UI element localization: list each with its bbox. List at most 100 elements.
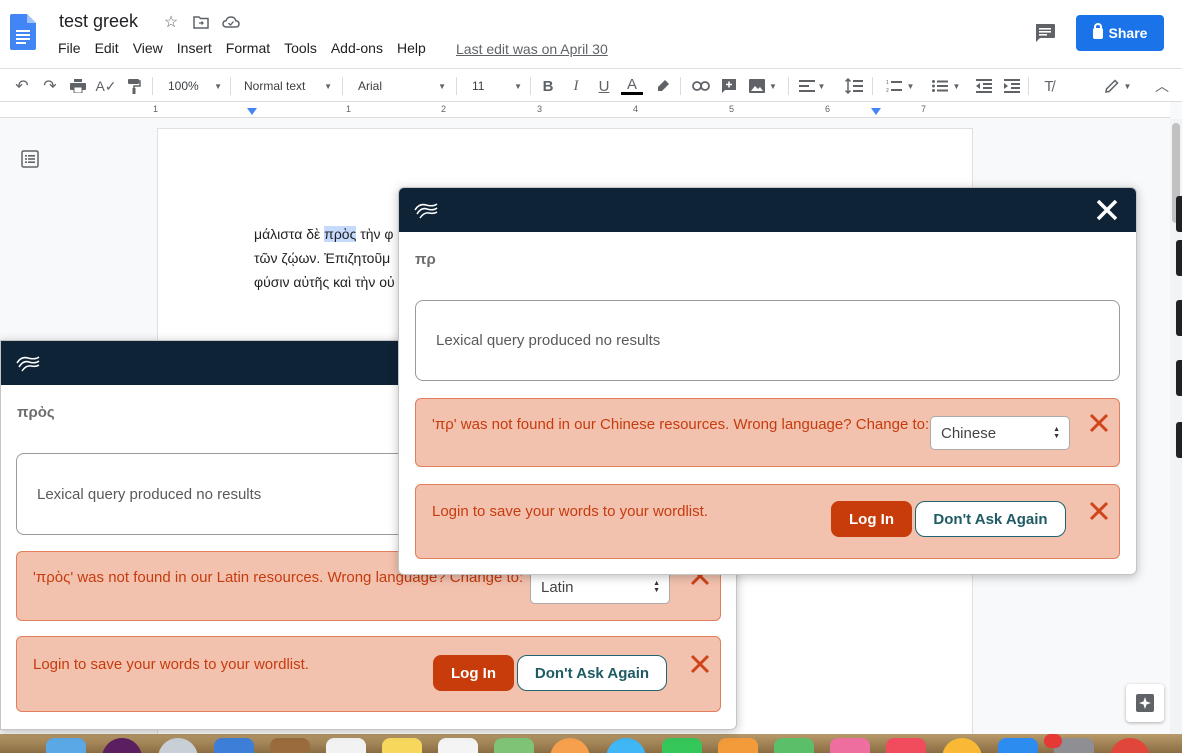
align-left-icon[interactable]: ▼	[797, 69, 827, 103]
font-size-select[interactable]: 11 ▼	[472, 69, 522, 103]
menu-insert[interactable]: Insert	[177, 40, 212, 56]
siri-icon[interactable]	[102, 738, 142, 753]
document-line-1[interactable]: μάλιστα δὲ πρὸς τὴν φ	[254, 226, 394, 242]
language-select[interactable]: Chinese ▲ ▼	[930, 416, 1070, 450]
chrome-icon[interactable]	[830, 738, 870, 753]
star-icon[interactable]: ☆	[162, 13, 180, 31]
editing-mode-icon[interactable]: ▼	[1100, 69, 1136, 103]
lookup-word: πρ	[415, 251, 436, 268]
notes-icon[interactable]	[382, 738, 422, 753]
close-alert-icon[interactable]	[690, 654, 710, 674]
app-icon[interactable]	[1110, 738, 1150, 753]
mail-icon[interactable]	[214, 738, 254, 753]
menu-edit[interactable]: Edit	[95, 40, 119, 56]
lookup-word: πρὸς	[17, 404, 55, 421]
side-tab[interactable]	[1176, 422, 1182, 458]
comment-history-icon[interactable]	[1034, 23, 1056, 43]
log-in-button[interactable]: Log In	[433, 655, 514, 691]
share-button[interactable]: Share	[1076, 15, 1164, 51]
notification-badge	[1044, 734, 1062, 748]
font-size-value: 11	[472, 79, 485, 93]
language-select-value: Chinese	[941, 424, 997, 442]
maps-icon[interactable]	[494, 738, 534, 753]
google-docs-logo-icon[interactable]	[10, 14, 36, 50]
numbered-list-icon[interactable]: 1 2 ▼	[883, 69, 917, 103]
highlight-color-icon[interactable]	[652, 69, 674, 103]
redo-icon[interactable]: ↷	[39, 69, 61, 103]
text-run: μάλιστα δὲ	[254, 226, 325, 242]
clear-formatting-icon[interactable]: T̸	[1038, 69, 1060, 103]
menu-format[interactable]: Format	[226, 40, 270, 56]
increase-indent-icon[interactable]	[1001, 69, 1023, 103]
line-spacing-icon[interactable]	[843, 69, 865, 103]
font-select[interactable]: Arial ▼	[358, 69, 446, 103]
music-icon[interactable]	[886, 738, 926, 753]
document-outline-icon[interactable]	[21, 150, 39, 168]
style-value: Normal text	[244, 79, 306, 93]
selected-word[interactable]: πρὸς	[324, 226, 357, 242]
messages-icon[interactable]	[606, 738, 646, 753]
chevron-down-icon: ▼	[324, 81, 332, 91]
finder-icon[interactable]	[46, 738, 86, 753]
document-line-2[interactable]: τῶν ζῴων. Ἐπιζητοῦμ	[254, 250, 390, 266]
menu-view[interactable]: View	[133, 40, 163, 56]
insert-link-icon[interactable]	[690, 69, 712, 103]
numbers-icon[interactable]	[774, 738, 814, 753]
menu-add-ons[interactable]: Add-ons	[331, 40, 383, 56]
side-tab[interactable]	[1176, 300, 1182, 336]
insert-image-icon[interactable]: ▼	[746, 69, 780, 103]
facetime-icon[interactable]	[662, 738, 702, 753]
photos-icon[interactable]	[550, 738, 590, 753]
document-line-3[interactable]: φύσιν αὐτῆς καὶ τὴν οὐ	[254, 274, 395, 290]
underline-icon[interactable]: U	[593, 69, 615, 103]
last-edit-link[interactable]: Last edit was on April 30	[456, 41, 608, 57]
menu-file[interactable]: File	[58, 40, 81, 56]
side-tab[interactable]	[1176, 240, 1182, 276]
pages-icon[interactable]	[718, 738, 758, 753]
undo-icon[interactable]: ↶	[11, 69, 33, 103]
contacts-icon[interactable]	[270, 738, 310, 753]
paragraph-style-select[interactable]: Normal text ▼	[244, 69, 332, 103]
log-in-button[interactable]: Log In	[831, 501, 912, 537]
books-icon[interactable]	[942, 738, 982, 753]
bulleted-list-icon[interactable]: ▼	[929, 69, 963, 103]
dont-ask-again-button[interactable]: Don't Ask Again	[517, 655, 667, 691]
launchpad-icon[interactable]	[158, 738, 198, 753]
zoom-select[interactable]: 100% ▼	[168, 69, 222, 103]
left-indent-marker[interactable]	[247, 108, 257, 115]
menu-tools[interactable]: Tools	[284, 40, 317, 56]
reminders-icon[interactable]	[438, 738, 478, 753]
language-select-value: Latin	[541, 578, 574, 596]
explore-button[interactable]	[1126, 684, 1164, 722]
print-icon[interactable]	[67, 69, 89, 103]
login-alert: Login to save your words to your wordlis…	[415, 484, 1120, 559]
login-alert-message: Login to save your words to your wordlis…	[432, 503, 708, 520]
add-comment-icon[interactable]	[718, 69, 740, 103]
close-popup-icon[interactable]	[1095, 198, 1119, 222]
calendar-icon[interactable]	[326, 738, 366, 753]
ruler-number: 1	[346, 104, 352, 114]
spellcheck-icon[interactable]: A✓	[95, 69, 117, 103]
app-store-icon[interactable]	[998, 738, 1038, 753]
text-color-icon[interactable]: A	[621, 69, 643, 103]
side-tab[interactable]	[1176, 196, 1182, 232]
dont-ask-again-button[interactable]: Don't Ask Again	[915, 501, 1066, 537]
side-tab[interactable]	[1176, 360, 1182, 396]
document-title[interactable]: test greek	[59, 11, 138, 32]
cloud-status-icon[interactable]	[222, 13, 240, 31]
login-alert: Login to save your words to your wordlis…	[16, 636, 721, 712]
paint-format-icon[interactable]	[123, 69, 145, 103]
decrease-indent-icon[interactable]	[973, 69, 995, 103]
popup-header[interactable]	[399, 188, 1136, 232]
move-to-folder-icon[interactable]	[192, 13, 210, 31]
menu-help[interactable]: Help	[397, 40, 426, 56]
collapse-menus-icon[interactable]: ︿	[1151, 69, 1173, 103]
language-alert-message: 'πρ' was not found in our Chinese resour…	[432, 416, 930, 433]
close-alert-icon[interactable]	[1089, 413, 1109, 433]
bold-icon[interactable]: B	[537, 69, 559, 103]
language-select[interactable]: Latin ▲ ▼	[530, 570, 670, 604]
select-arrows-icon: ▲ ▼	[653, 580, 660, 594]
right-indent-marker[interactable]	[871, 108, 881, 115]
close-alert-icon[interactable]	[1089, 501, 1109, 521]
italic-icon[interactable]: I	[565, 69, 587, 103]
